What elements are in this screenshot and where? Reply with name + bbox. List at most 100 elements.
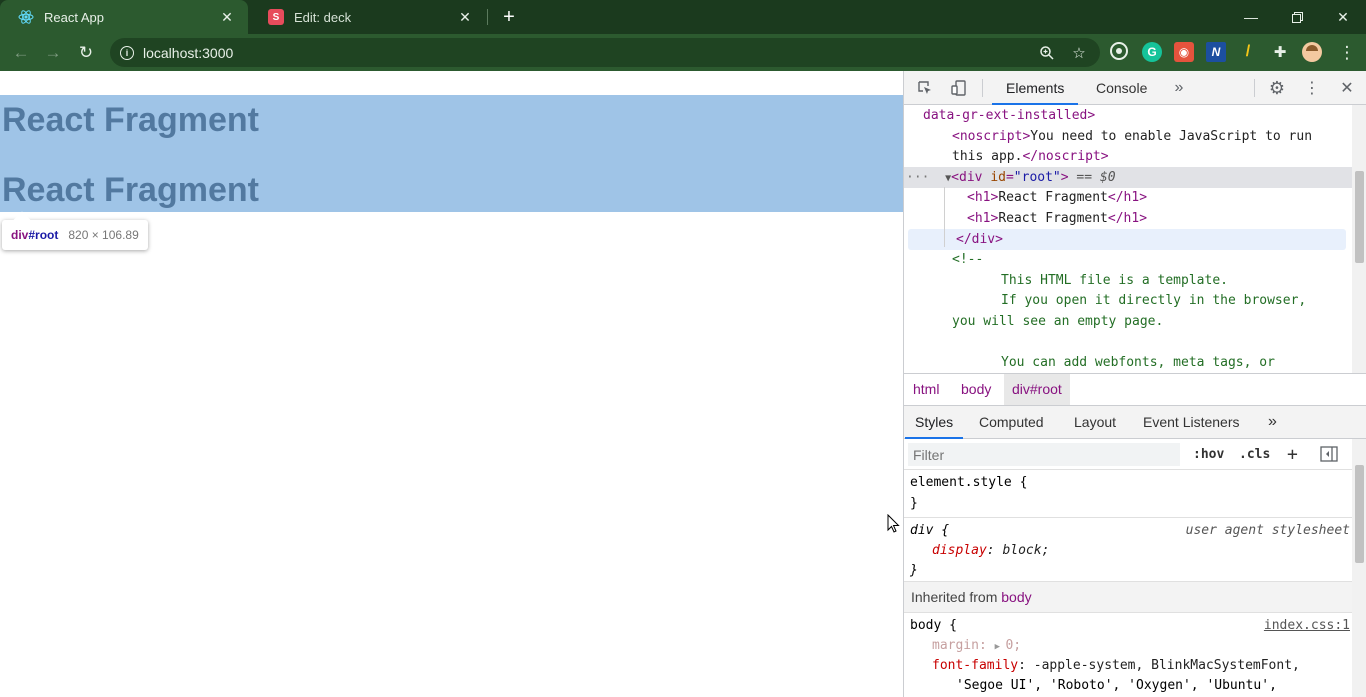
dom-line[interactable]: You can add webfonts, meta tags, or	[904, 352, 1352, 373]
devtools-panel: Elements Console » ⚙ ⋮ ✕ data-gr-ext-ins…	[903, 71, 1366, 697]
scrollbar-thumb[interactable]	[1355, 465, 1364, 563]
inspect-tooltip: div#root 820 × 106.89	[2, 211, 148, 250]
url-text: localhost:3000	[143, 44, 234, 61]
device-toolbar-icon[interactable]	[948, 77, 970, 99]
page-viewport: React Fragment React Fragment div#root 8…	[0, 71, 903, 697]
styles-scrollbar[interactable]	[1352, 439, 1366, 697]
s-letter-icon: S	[268, 9, 284, 25]
tab-elements[interactable]: Elements	[992, 71, 1079, 105]
profile-avatar[interactable]	[1302, 42, 1322, 62]
toggle-sidebar-icon[interactable]	[1320, 443, 1338, 466]
styles-tabbar: Styles Computed Layout Event Listeners »	[904, 406, 1366, 439]
rule-declaration-continuation: 'Segoe UI', 'Roboto', 'Oxygen', 'Ubuntu'…	[956, 678, 1277, 693]
page-heading: React Fragment	[2, 171, 259, 209]
cls-toggle[interactable]: .cls	[1239, 443, 1270, 466]
rule-source: user agent stylesheet	[1185, 523, 1350, 538]
forward-icon[interactable]: →	[40, 40, 66, 66]
close-icon[interactable]: ✕	[218, 8, 236, 26]
tooltip-arrow	[13, 211, 31, 229]
tooltip-tag: div#root	[11, 228, 59, 242]
ellipsis-icon: ···	[906, 169, 946, 185]
more-tabs-chevron-icon[interactable]: »	[1258, 406, 1287, 439]
star-icon[interactable]: ☆	[1068, 42, 1090, 64]
scrollbar-thumb[interactable]	[1355, 171, 1364, 263]
dom-line[interactable]: you will see an empty page.	[904, 311, 1352, 332]
dom-line[interactable]: this app.</noscript>	[904, 146, 1352, 167]
more-tabs-chevron-icon[interactable]: »	[1168, 77, 1190, 99]
rule-declaration: margin: ▶ 0;	[932, 638, 1022, 653]
devtools-close-icon[interactable]: ✕	[1336, 77, 1358, 99]
rule-selector: element.style {	[910, 475, 1028, 490]
rule-declaration: font-family: -apple-system, BlinkMacSyst…	[932, 658, 1300, 673]
settings-gear-icon[interactable]: ⚙	[1266, 77, 1288, 99]
dom-line[interactable]: This HTML file is a template.	[904, 270, 1352, 291]
hov-toggle[interactable]: :hov	[1193, 443, 1224, 466]
dom-line[interactable]: <!--	[904, 249, 1352, 270]
tab-layout[interactable]: Layout	[1064, 406, 1126, 439]
browser-toolbar: ← → ↻ i localhost:3000 ☆ G ◉ N / ✚ ⋮	[0, 34, 1366, 71]
rule-body[interactable]: body { index.css:1 margin: ▶ 0; font-fam…	[904, 613, 1352, 697]
styles-filter-bar: :hov .cls +	[904, 439, 1352, 470]
tab-console[interactable]: Console	[1082, 71, 1161, 105]
extension-pen-icon[interactable]: /	[1238, 42, 1258, 62]
minimize-icon[interactable]: —	[1228, 4, 1274, 30]
grammarly-icon[interactable]: G	[1142, 42, 1162, 62]
rule-div-user-agent[interactable]: div { user agent stylesheet display: blo…	[904, 518, 1352, 582]
breadcrumb-html[interactable]: html	[905, 374, 947, 405]
rule-declaration: display: block;	[932, 543, 1050, 558]
dom-line[interactable]: data-gr-ext-installed>	[904, 105, 1352, 126]
window-close-icon[interactable]: ✕	[1320, 4, 1366, 30]
breadcrumb-body[interactable]: body	[953, 374, 999, 405]
tab-styles[interactable]: Styles	[905, 406, 964, 439]
extensions-puzzle-icon[interactable]: ✚	[1270, 42, 1290, 62]
info-icon[interactable]: i	[120, 45, 134, 60]
new-rule-plus-icon[interactable]: +	[1287, 443, 1298, 466]
dom-line[interactable]: If you open it directly in the browser,	[904, 290, 1352, 311]
menu-kebab-icon[interactable]: ⋮	[1334, 40, 1360, 66]
inherited-from-link[interactable]: body	[1001, 589, 1031, 605]
rule-source-link[interactable]: index.css:1	[1264, 616, 1350, 636]
tab-computed[interactable]: Computed	[969, 406, 1054, 439]
browser-tabstrip: React App ✕ S Edit: deck ✕ + — ✕	[0, 0, 1366, 34]
reload-icon[interactable]: ↻	[73, 40, 99, 66]
tab-title: React App	[44, 9, 104, 25]
dom-scrollbar[interactable]	[1352, 105, 1366, 373]
dom-line-selected[interactable]: ··· ▼<div id="root"> == $0	[904, 166, 1352, 188]
extension-camera-icon[interactable]: ◉	[1174, 42, 1194, 62]
breadcrumb: html body div#root	[904, 373, 1366, 406]
dom-line[interactable]: <h1>React Fragment</h1>	[904, 187, 1352, 208]
dom-line[interactable]: </div>	[908, 228, 1346, 250]
toolbar-divider	[1254, 79, 1255, 97]
devtools-toolbar: Elements Console » ⚙ ⋮ ✕	[904, 71, 1366, 105]
rule-close-brace: }	[910, 496, 918, 511]
extension-n-icon[interactable]: N	[1206, 42, 1226, 62]
filter-input[interactable]	[908, 443, 1180, 466]
zoom-icon[interactable]	[1036, 42, 1058, 64]
rule-element-style[interactable]: element.style { }	[904, 470, 1352, 518]
dom-tree: data-gr-ext-installed> <noscript>You nee…	[904, 105, 1352, 373]
expand-triangle-icon: ▶	[994, 642, 1006, 652]
back-icon[interactable]: ←	[8, 40, 34, 66]
restore-icon[interactable]	[1274, 4, 1320, 30]
toolbar-divider	[982, 79, 983, 97]
rule-selector: body {	[910, 618, 957, 633]
dom-line[interactable]: <h1>React Fragment</h1>	[904, 208, 1352, 229]
new-tab-icon[interactable]: +	[498, 6, 520, 28]
breadcrumb-div-root[interactable]: div#root	[1004, 374, 1070, 405]
address-bar[interactable]: i localhost:3000 ☆	[110, 38, 1100, 67]
tab-event-listeners[interactable]: Event Listeners	[1133, 406, 1250, 439]
tab-title: Edit: deck	[294, 9, 352, 25]
devtools-menu-icon[interactable]: ⋮	[1301, 77, 1323, 99]
react-icon	[18, 9, 34, 25]
close-icon[interactable]: ✕	[456, 8, 474, 26]
tooltip-dimensions: 820 × 106.89	[68, 228, 139, 242]
rule-selector: div {	[910, 523, 950, 538]
dom-line[interactable]: <noscript>You need to enable JavaScript …	[904, 126, 1352, 147]
mouse-cursor-icon	[887, 514, 900, 533]
inspect-element-icon[interactable]	[914, 77, 936, 99]
styles-pane: element.style { } div { user agent style…	[904, 470, 1352, 697]
tab-react-app[interactable]: React App ✕	[0, 0, 248, 34]
tab-edit-deck[interactable]: S Edit: deck ✕	[250, 0, 486, 34]
extension-target-icon[interactable]	[1110, 42, 1128, 60]
page-heading: React Fragment	[2, 101, 259, 139]
